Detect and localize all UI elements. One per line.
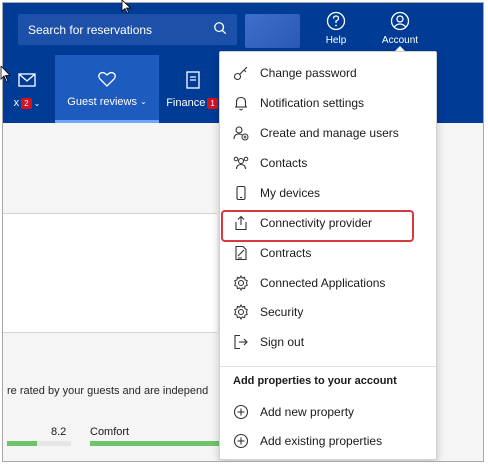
mouse-cursor-icon	[0, 66, 11, 83]
chevron-down-icon: ⌄	[140, 97, 147, 106]
question-icon	[326, 11, 346, 31]
envelope-icon	[18, 73, 36, 87]
content-panel	[3, 213, 217, 333]
nav-finance[interactable]: Finance 1	[163, 55, 223, 123]
account-button[interactable]: Account	[370, 11, 430, 51]
gear-icon	[233, 275, 249, 291]
heart-icon	[98, 71, 116, 87]
account-label: Account	[381, 35, 419, 46]
menu-item-label: Contacts	[260, 156, 308, 170]
menu-item-contacts[interactable]: Contacts	[220, 150, 436, 176]
property-selector[interactable]	[245, 14, 300, 48]
phone-icon	[233, 185, 249, 201]
menu-item-label: Add new property	[260, 405, 355, 419]
contract-icon	[233, 245, 249, 261]
gear-icon	[233, 304, 249, 320]
menu-divider	[220, 366, 436, 367]
nav-guest-reviews[interactable]: Guest reviews ⌄	[55, 55, 159, 123]
menu-item-label: Sign out	[260, 335, 305, 349]
account-dropdown-menu: Change password Notification settings Cr…	[219, 51, 437, 460]
menu-item-label: Add existing properties	[260, 434, 383, 448]
app-window: Search for reservations Help Account x 2…	[2, 2, 484, 462]
score-bar	[7, 441, 71, 446]
avatar-icon	[390, 11, 410, 31]
help-label: Help	[325, 35, 347, 46]
plus-circle-icon	[233, 404, 249, 420]
help-button[interactable]: Help	[306, 11, 366, 51]
menu-item-add-new-property[interactable]: Add new property	[220, 399, 436, 425]
menu-item-label: Create and manage users	[260, 126, 399, 140]
menu-item-add-existing-properties[interactable]: Add existing properties	[220, 428, 436, 454]
finance-badge: 1	[207, 97, 218, 109]
add-properties-heading: Add properties to your account	[233, 375, 397, 387]
menu-item-change-password[interactable]: Change password	[220, 60, 436, 86]
chevron-down-icon: ⌄	[33, 98, 41, 108]
key-icon	[233, 65, 249, 81]
menu-item-notification-settings[interactable]: Notification settings	[220, 90, 436, 116]
score-value: 8.2	[51, 426, 67, 438]
nav-inbox-label: x	[13, 97, 20, 109]
contacts-icon	[233, 155, 249, 171]
menu-item-sign-out[interactable]: Sign out	[220, 329, 436, 355]
plus-circle-icon	[233, 433, 249, 449]
mouse-cursor-icon	[121, 0, 132, 14]
menu-item-connected-applications[interactable]: Connected Applications	[220, 270, 436, 296]
menu-item-label: Notification settings	[260, 96, 365, 110]
menu-item-create-manage-users[interactable]: Create and manage users	[220, 120, 436, 146]
menu-item-security[interactable]: Security	[220, 299, 436, 325]
user-add-icon	[233, 125, 249, 141]
menu-item-label: Contracts	[260, 246, 312, 260]
search-icon[interactable]	[213, 21, 227, 38]
comfort-bar	[90, 441, 220, 446]
menu-item-contracts[interactable]: Contracts	[220, 240, 436, 266]
sign-out-icon	[233, 334, 249, 350]
nav-finance-label: Finance	[166, 97, 206, 109]
menu-item-label: My devices	[260, 186, 321, 200]
menu-item-label: Change password	[260, 66, 357, 80]
nav-guest-reviews-label: Guest reviews	[67, 95, 137, 108]
document-icon	[186, 71, 200, 89]
rating-description: re rated by your guests and are independ	[7, 385, 209, 397]
highlight-box	[221, 210, 414, 242]
menu-item-label: Connected Applications	[260, 276, 386, 290]
bell-icon	[233, 95, 249, 111]
comfort-label: Comfort	[90, 426, 130, 438]
search-input[interactable]: Search for reservations	[28, 23, 152, 37]
menu-item-label: Security	[260, 305, 304, 319]
inbox-badge: 2	[21, 97, 32, 109]
menu-item-my-devices[interactable]: My devices	[220, 180, 436, 206]
search-bar[interactable]: Search for reservations	[18, 14, 237, 45]
